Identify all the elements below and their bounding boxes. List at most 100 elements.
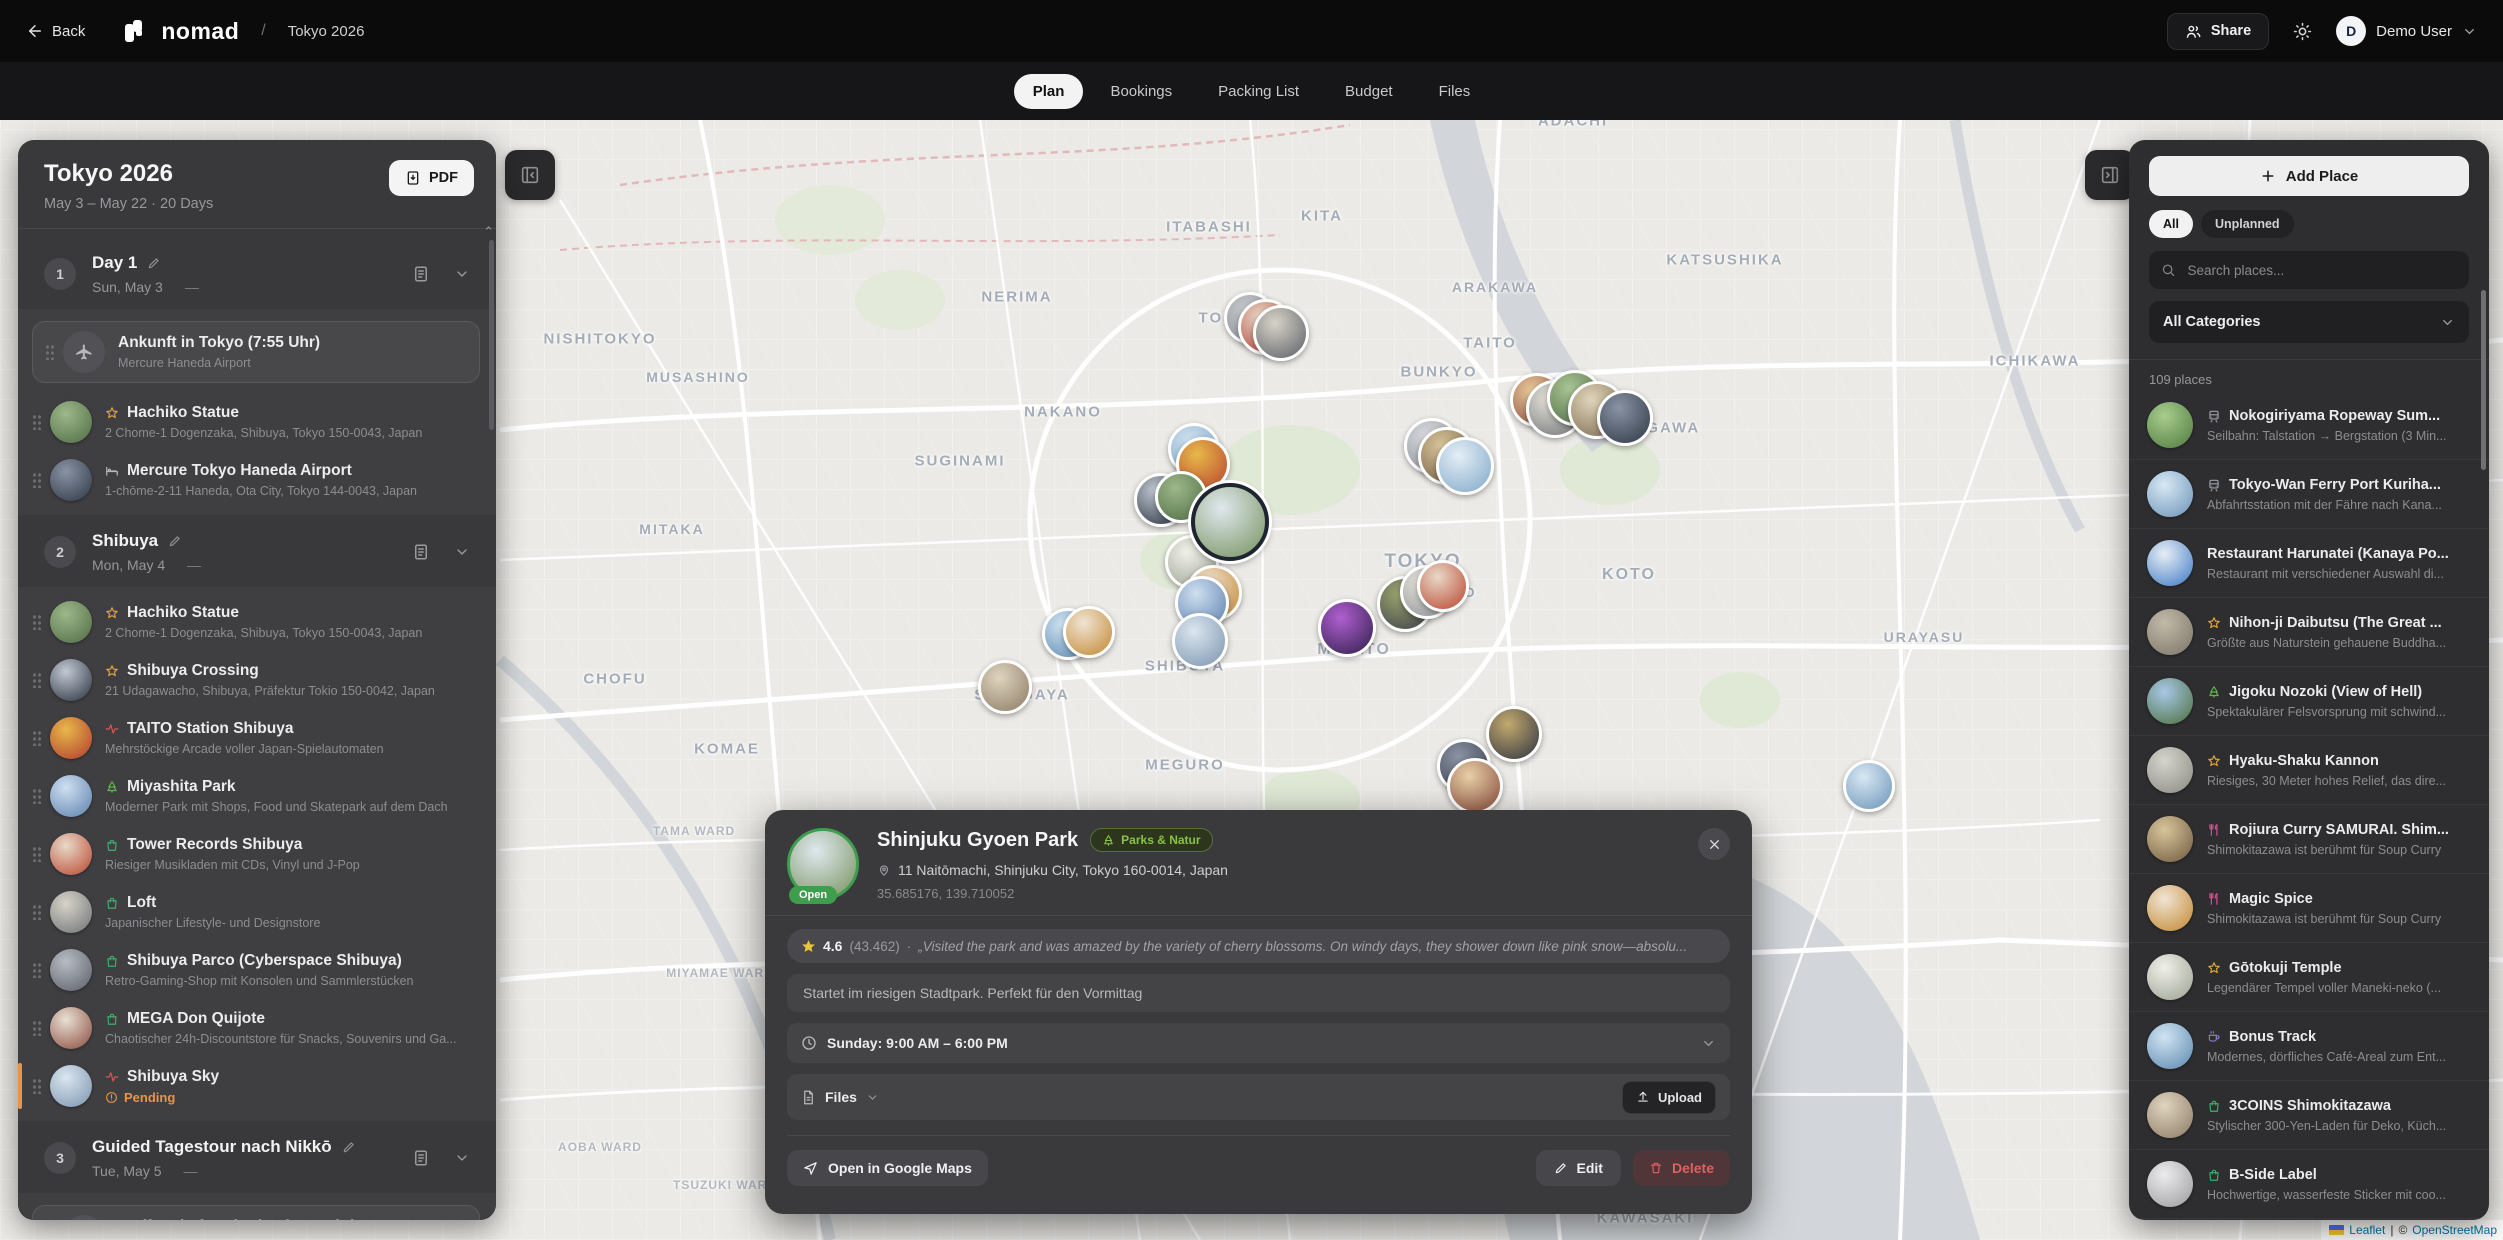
delete-place-button[interactable]: Delete <box>1633 1150 1730 1186</box>
map-photo-marker[interactable] <box>1843 760 1895 812</box>
map-photo-marker[interactable] <box>1436 437 1494 495</box>
drag-handle[interactable] <box>32 472 42 488</box>
place-list-item[interactable]: Village Vanguard <box>2129 1219 2489 1220</box>
user-menu[interactable]: D Demo User <box>2336 16 2477 46</box>
place-list-item[interactable]: Nihon-ji Daibutsu (The Great ...Größte a… <box>2129 598 2489 667</box>
collapse-places-button[interactable] <box>2085 150 2135 200</box>
map-photo-marker[interactable] <box>1417 560 1469 612</box>
open-google-maps-button[interactable]: Open in Google Maps <box>787 1150 988 1186</box>
day-header[interactable]: 2ShibuyaMon, May 4— <box>18 515 496 587</box>
upload-button[interactable]: Upload <box>1622 1081 1716 1114</box>
place-list-item[interactable]: Jigoku Nozoki (View of Hell)Spektakuläre… <box>2129 667 2489 736</box>
tab-budget[interactable]: Budget <box>1326 74 1412 109</box>
itinerary-place[interactable]: TAITO Station ShibuyaMehrstöckige Arcade… <box>18 709 496 767</box>
drag-handle[interactable] <box>45 344 55 360</box>
drag-handle[interactable] <box>32 1078 42 1094</box>
itinerary-scrollbar[interactable] <box>489 240 494 430</box>
map-photo-marker[interactable] <box>1063 606 1115 658</box>
itinerary-place[interactable]: Hachiko Statue2 Chome-1 Dogenzaka, Shibu… <box>18 593 496 651</box>
place-list-item[interactable]: 3COINS ShimokitazawaStylischer 300-Yen-L… <box>2129 1081 2489 1150</box>
itinerary-place[interactable]: Shibuya SkyPending <box>18 1057 496 1115</box>
itinerary-event[interactable]: Treffpunkt für Abreise (7:55 Uhr)Bus Ter… <box>32 1205 480 1220</box>
day-header[interactable]: 1Day 1Sun, May 3— <box>18 237 496 309</box>
map-photo-marker[interactable] <box>1172 613 1228 669</box>
map-photo-marker-selected[interactable] <box>1191 483 1269 561</box>
scroll-up-arrow[interactable]: ⌃ <box>483 224 494 240</box>
day-notes-icon[interactable] <box>412 1149 430 1167</box>
map-photo-marker[interactable] <box>978 660 1032 714</box>
itinerary-place[interactable]: Shibuya Parco (Cyberspace Shibuya)Retro-… <box>18 941 496 999</box>
map-label: NERIMA <box>981 289 1052 306</box>
place-list-item[interactable]: Bonus TrackModernes, dörfliches Café-Are… <box>2129 1012 2489 1081</box>
day-header[interactable]: 3Guided Tagestour nach NikkōTue, May 5— <box>18 1121 496 1193</box>
chevron-down-icon[interactable] <box>866 1091 879 1104</box>
drag-handle[interactable] <box>32 614 42 630</box>
place-list-item[interactable]: Rojiura Curry SAMURAI. Shim...Shimokitaz… <box>2129 805 2489 874</box>
itinerary-place[interactable]: LoftJapanischer Lifestyle- und Designsto… <box>18 883 496 941</box>
places-scrollbar[interactable] <box>2481 290 2486 470</box>
itinerary-event[interactable]: Ankunft in Tokyo (7:55 Uhr)Mercure Haned… <box>32 321 480 383</box>
search-places-input[interactable] <box>2185 262 2457 279</box>
category-filter-dropdown[interactable]: All Categories <box>2149 301 2469 343</box>
day-notes-icon[interactable] <box>412 543 430 561</box>
place-list-item[interactable]: Restaurant Harunatei (Kanaya Po...Restau… <box>2129 529 2489 598</box>
itinerary-place[interactable]: Hachiko Statue2 Chome-1 Dogenzaka, Shibu… <box>18 393 496 451</box>
tab-plan[interactable]: Plan <box>1014 74 1084 109</box>
map-photo-marker[interactable] <box>1318 599 1376 657</box>
edit-day-icon[interactable] <box>147 256 161 270</box>
place-list-item[interactable]: Gōtokuji TempleLegendärer Tempel voller … <box>2129 943 2489 1012</box>
place-list-item[interactable]: Tokyo-Wan Ferry Port Kuriha...Abfahrtsst… <box>2129 460 2489 529</box>
drag-handle[interactable] <box>32 846 42 862</box>
back-button[interactable]: Back <box>26 22 85 40</box>
copyright-symbol: © <box>2398 1223 2407 1237</box>
day-collapse-icon[interactable] <box>454 544 470 560</box>
drag-handle[interactable] <box>32 904 42 920</box>
place-thumbnail <box>2147 885 2193 931</box>
drag-handle[interactable] <box>32 414 42 430</box>
filter-unplanned[interactable]: Unplanned <box>2201 210 2294 238</box>
review-snippet: „Visited the park and was amazed by the … <box>918 939 1687 954</box>
place-list-item[interactable]: Hyaku-Shaku KannonRiesiges, 30 Meter hoh… <box>2129 736 2489 805</box>
day-collapse-icon[interactable] <box>454 1150 470 1166</box>
add-place-button[interactable]: Add Place <box>2149 156 2469 196</box>
brand-logo[interactable]: nomad <box>121 16 239 46</box>
map-photo-marker[interactable] <box>1447 758 1503 814</box>
place-list-item[interactable]: Magic SpiceShimokitazawa ist berühmt für… <box>2129 874 2489 943</box>
edit-place-button[interactable]: Edit <box>1536 1150 1621 1186</box>
theme-toggle-button[interactable] <box>2287 21 2318 42</box>
drag-handle[interactable] <box>32 1020 42 1036</box>
drag-handle[interactable] <box>32 788 42 804</box>
share-button[interactable]: Share <box>2167 13 2269 50</box>
itinerary-place[interactable]: MEGA Don QuijoteChaotischer 24h-Discount… <box>18 999 496 1057</box>
tab-files[interactable]: Files <box>1420 74 1490 109</box>
drag-handle[interactable] <box>32 962 42 978</box>
place-subtitle: Modernes, dörfliches Café-Areal zum Ent.… <box>2207 1050 2446 1064</box>
tab-bookings[interactable]: Bookings <box>1091 74 1191 109</box>
tab-packing-list[interactable]: Packing List <box>1199 74 1318 109</box>
day-notes-icon[interactable] <box>412 265 430 283</box>
leaflet-link[interactable]: Leaflet <box>2349 1223 2385 1237</box>
alert-icon <box>105 1091 118 1104</box>
drag-handle[interactable] <box>32 730 42 746</box>
export-pdf-button[interactable]: PDF <box>389 160 474 196</box>
place-list-item[interactable]: B-Side LabelHochwertige, wasserfeste Sti… <box>2129 1150 2489 1219</box>
day-collapse-icon[interactable] <box>454 266 470 282</box>
collapse-itinerary-button[interactable] <box>505 150 555 200</box>
note-input[interactable] <box>801 984 1716 1002</box>
map-photo-marker[interactable] <box>1486 706 1542 762</box>
itinerary-place[interactable]: Shibuya Crossing21 Udagawacho, Shibuya, … <box>18 651 496 709</box>
place-list-item[interactable]: Nokogiriyama Ropeway Sum...Seilbahn: Tal… <box>2129 391 2489 460</box>
close-popup-button[interactable] <box>1698 828 1730 860</box>
opening-hours-row[interactable]: Sunday: 9:00 AM – 6:00 PM <box>787 1023 1730 1063</box>
itinerary-place[interactable]: Mercure Tokyo Haneda Airport1-chōme-2-11… <box>18 451 496 509</box>
shopping-icon <box>105 1012 119 1026</box>
map-photo-marker[interactable] <box>1597 390 1653 446</box>
map-photo-marker[interactable] <box>1253 305 1309 361</box>
itinerary-place[interactable]: Tower Records ShibuyaRiesiger Musikladen… <box>18 825 496 883</box>
filter-all[interactable]: All <box>2149 210 2193 238</box>
osm-link[interactable]: OpenStreetMap <box>2412 1223 2497 1237</box>
itinerary-place[interactable]: Miyashita ParkModerner Park mit Shops, F… <box>18 767 496 825</box>
edit-day-icon[interactable] <box>342 1140 356 1154</box>
edit-day-icon[interactable] <box>168 534 182 548</box>
drag-handle[interactable] <box>32 672 42 688</box>
